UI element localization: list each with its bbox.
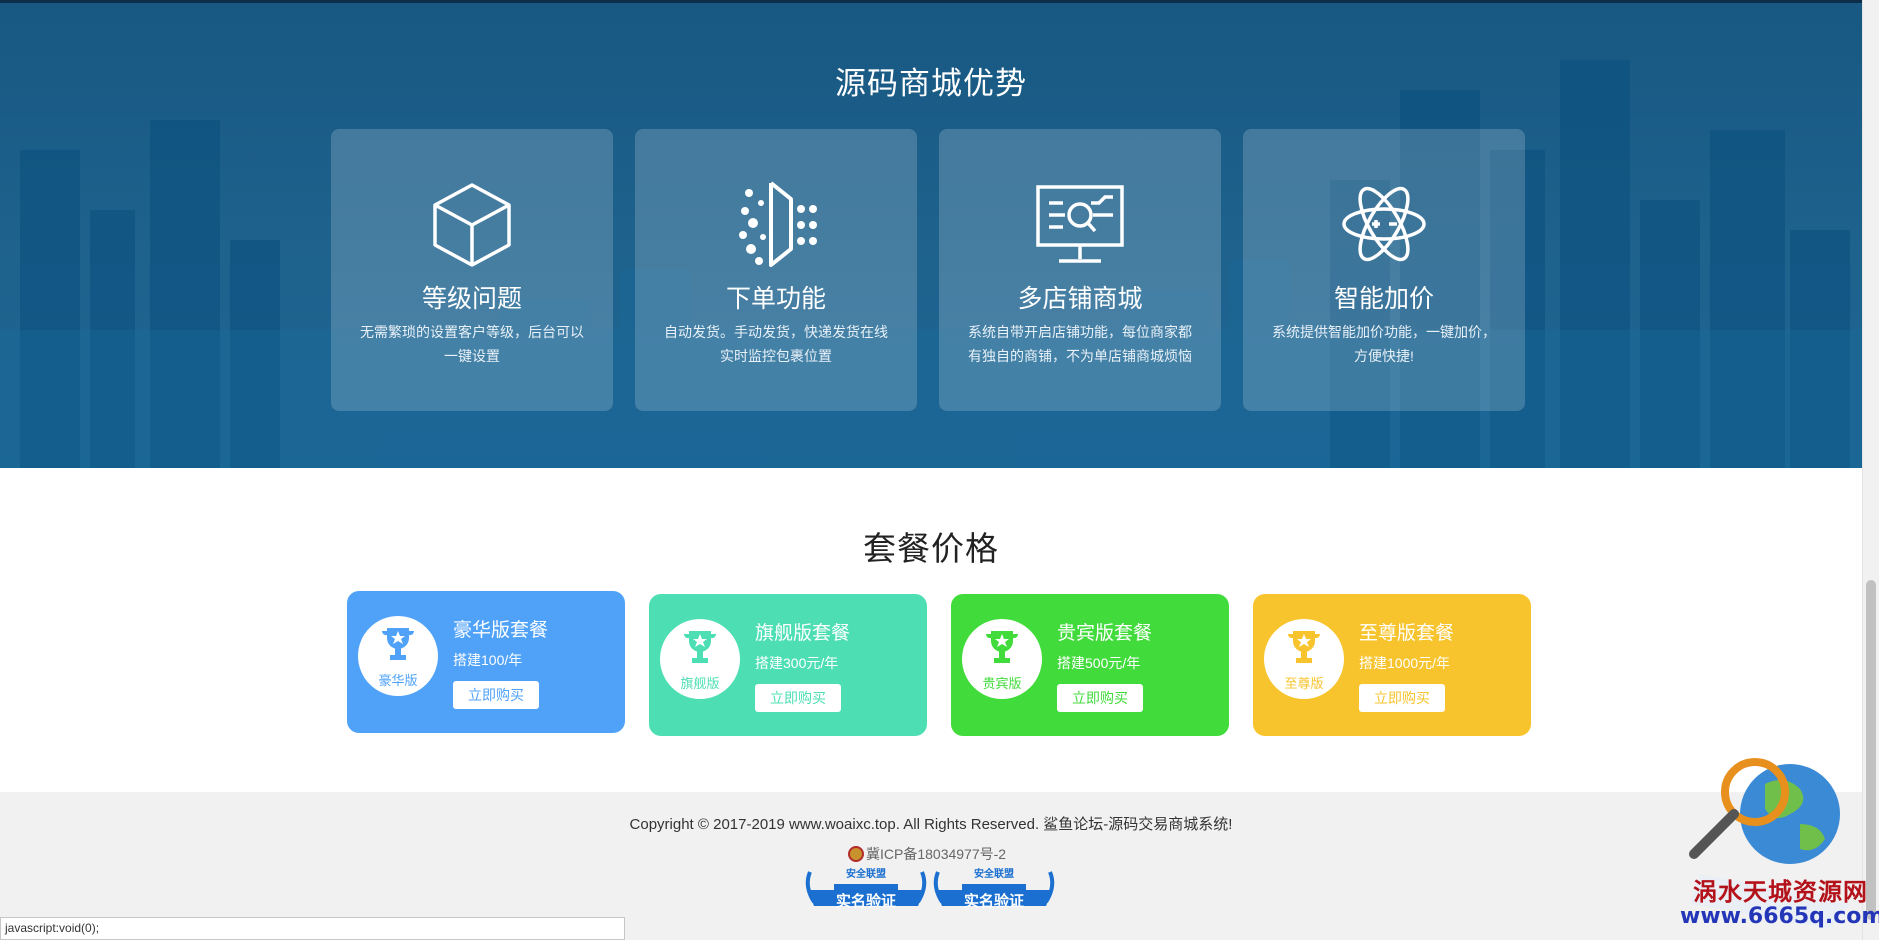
plan-price: 搭建500元/年 — [1057, 655, 1141, 671]
plan-price: 搭建300元/年 — [755, 655, 839, 671]
advantage-card-multistore[interactable]: 多店铺商城 系统自带开启店铺功能，每位商家都有独自的商铺，不为单店铺商城烦恼 — [939, 129, 1221, 411]
police-badge-icon — [848, 846, 864, 862]
advantage-card-title: 智能加价 — [1333, 285, 1434, 313]
plan-card-flagship: 旗舰版 旗舰版套餐 搭建300元/年 立即购买 — [649, 594, 927, 736]
advantage-card-desc: 无需繁琐的设置客户等级，后台可以一键设置 — [360, 324, 584, 364]
plan-badge-label: 旗舰版 — [680, 676, 720, 691]
advantage-card-title: 下单功能 — [725, 285, 826, 313]
scrollbar-thumb[interactable] — [1866, 580, 1876, 920]
advantages-section: 源码商城优势 等级问题 无需繁琐的设置客户等级，后台可以一键设置 下单功能 自动… — [0, 0, 1862, 468]
monitor-search-icon — [1036, 185, 1124, 263]
advantage-card-level[interactable]: 等级问题 无需繁琐的设置客户等级，后台可以一键设置 — [331, 129, 613, 411]
icp-text: 冀ICP备18034977号-2 — [866, 846, 1007, 862]
verify-badge[interactable]: 安全联盟 实名验证 — [804, 862, 928, 912]
cube-icon — [433, 183, 511, 267]
order-dots-icon — [739, 181, 817, 267]
plan-price: 搭建100/年 — [453, 652, 523, 668]
plan-badge-label: 贵宾版 — [982, 676, 1022, 691]
advantages-title: 源码商城优势 — [835, 66, 1027, 101]
advantage-card-title: 等级问题 — [421, 285, 522, 313]
trophy-icon — [381, 628, 415, 660]
buy-now-button[interactable]: 立即购买 — [1359, 684, 1445, 712]
buy-now-button[interactable]: 立即购买 — [453, 681, 539, 709]
plan-badge: 至尊版 — [1264, 619, 1344, 699]
page-scrollbar[interactable] — [1862, 0, 1879, 940]
plan-card-deluxe: 豪华版 豪华版套餐 搭建100/年 立即购买 — [347, 591, 625, 733]
buy-now-button[interactable]: 立即购买 — [1057, 684, 1143, 712]
watermark-site-name: 涡水天城资源网 — [1693, 877, 1868, 906]
trophy-icon — [1287, 631, 1321, 663]
browser-status-bar: javascript:void(0); — [0, 917, 625, 940]
plan-badge-label: 豪华版 — [378, 673, 418, 688]
advantage-card-title: 多店铺商城 — [1017, 285, 1143, 313]
advantage-card-smart-price[interactable]: 智能加价 系统提供智能加价功能，一键加价，方便快捷! — [1243, 129, 1525, 411]
plan-badge-label: 至尊版 — [1284, 676, 1324, 691]
plan-name: 贵宾版套餐 — [1057, 623, 1153, 644]
verify-badge-top: 安全联盟 — [846, 869, 886, 880]
watermark-url: www.6665q.com — [1680, 904, 1879, 929]
advantage-card-desc: 系统提供智能加价功能，一键加价，方便快捷! — [1272, 324, 1496, 364]
plan-name: 旗舰版套餐 — [755, 623, 851, 644]
copyright-text: Copyright © 2017-2019 www.woaixc.top. Al… — [629, 816, 1233, 833]
plan-name: 豪华版套餐 — [453, 620, 549, 641]
verify-badge-label: 实名验证 — [963, 893, 1024, 910]
plan-badge: 贵宾版 — [962, 619, 1042, 699]
buy-now-button[interactable]: 立即购买 — [755, 684, 841, 712]
plan-card-supreme: 至尊版 至尊版套餐 搭建1000元/年 立即购买 — [1253, 594, 1531, 736]
trophy-icon — [985, 631, 1019, 663]
atom-icon — [1342, 186, 1426, 262]
plan-name: 至尊版套餐 — [1359, 623, 1455, 644]
plan-badge: 旗舰版 — [660, 619, 740, 699]
plan-card-vip: 贵宾版 贵宾版套餐 搭建500元/年 立即购买 — [951, 594, 1229, 736]
advantage-card-desc: 系统自带开启店铺功能，每位商家都有独自的商铺，不为单店铺商城烦恼 — [968, 324, 1192, 364]
advantage-card-desc: 自动发货。手动发货，快递发货在线实时监控包裹位置 — [664, 324, 888, 364]
verify-badge-top: 安全联盟 — [974, 869, 1014, 880]
verify-badge-label: 实名验证 — [835, 893, 896, 910]
plan-badge: 豪华版 — [358, 616, 438, 696]
plan-price: 搭建1000元/年 — [1359, 655, 1451, 671]
icp-link[interactable]: 冀ICP备18034977号-2 — [848, 844, 1006, 864]
advantage-card-order[interactable]: 下单功能 自动发货。手动发货，快递发货在线实时监控包裹位置 — [635, 129, 917, 411]
verify-badge[interactable]: 安全联盟 实名验证 — [932, 862, 1056, 912]
trophy-icon — [683, 631, 717, 663]
pricing-title: 套餐价格 — [863, 530, 999, 567]
